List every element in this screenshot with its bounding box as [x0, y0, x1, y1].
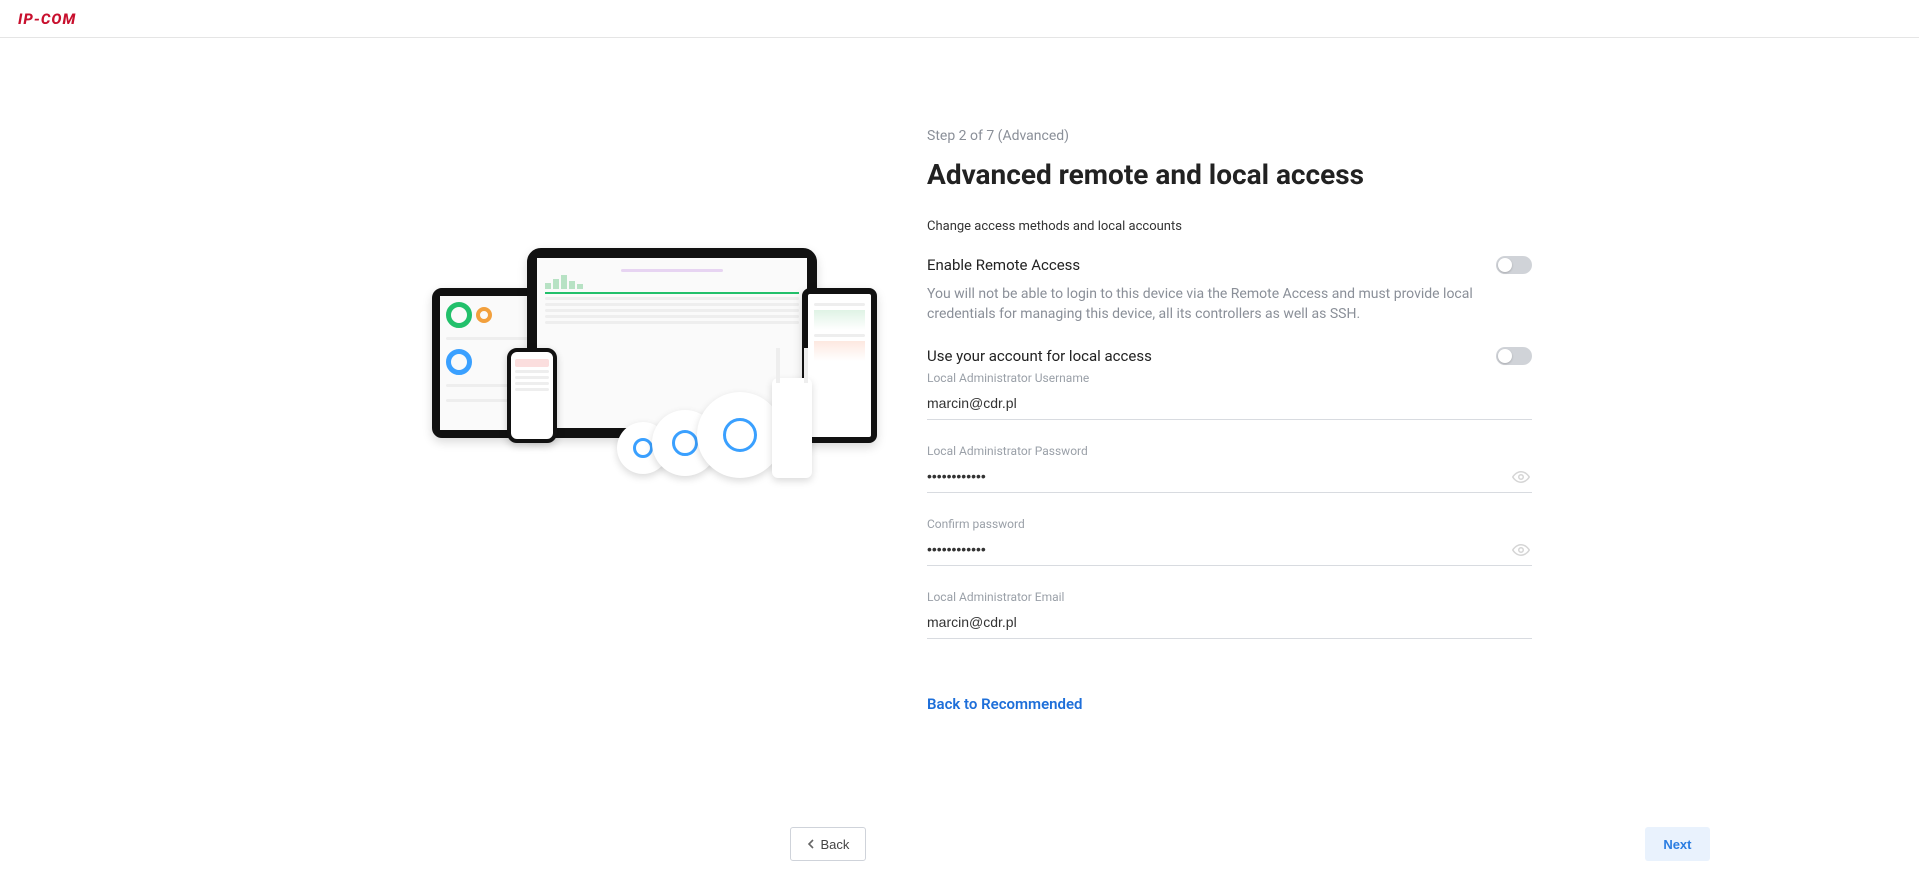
chevron-left-icon	[807, 837, 815, 852]
confirm-password-input[interactable]	[927, 535, 1532, 566]
email-input[interactable]	[927, 608, 1532, 639]
content-area: Step 2 of 7 (Advanced) Advanced remote a…	[0, 38, 1919, 885]
back-to-recommended-link[interactable]: Back to Recommended	[927, 695, 1083, 713]
local-account-toggle[interactable]	[1496, 347, 1532, 365]
devices-illustration	[417, 248, 897, 468]
next-button[interactable]: Next	[1645, 827, 1709, 861]
password-label: Local Administrator Password	[927, 444, 1532, 458]
brand-logo: IP-COM	[18, 10, 76, 28]
eye-icon[interactable]	[1512, 541, 1530, 559]
email-label: Local Administrator Email	[927, 590, 1532, 604]
illustration-pane	[387, 68, 927, 468]
local-account-label: Use your account for local access	[927, 347, 1152, 365]
tablet-right-illustration	[802, 288, 877, 443]
back-button[interactable]: Back	[790, 827, 867, 861]
remote-access-help: You will not be able to login to this de…	[927, 284, 1532, 325]
confirm-password-label: Confirm password	[927, 517, 1532, 531]
username-label: Local Administrator Username	[927, 371, 1532, 385]
ap-disc-big	[697, 392, 783, 478]
page-title: Advanced remote and local access	[927, 158, 1532, 191]
password-input[interactable]	[927, 462, 1532, 493]
page-subtitle: Change access methods and local accounts	[927, 219, 1532, 234]
back-button-label: Back	[821, 837, 850, 852]
form-pane: Step 2 of 7 (Advanced) Advanced remote a…	[927, 68, 1532, 713]
remote-access-toggle[interactable]	[1496, 256, 1532, 274]
ap-outdoor-illustration	[772, 378, 812, 478]
username-input[interactable]	[927, 389, 1532, 420]
topbar: IP-COM	[0, 0, 1919, 38]
remote-access-label: Enable Remote Access	[927, 256, 1080, 274]
phone-illustration	[507, 348, 557, 443]
eye-icon[interactable]	[1512, 468, 1530, 486]
step-indicator: Step 2 of 7 (Advanced)	[927, 128, 1532, 144]
